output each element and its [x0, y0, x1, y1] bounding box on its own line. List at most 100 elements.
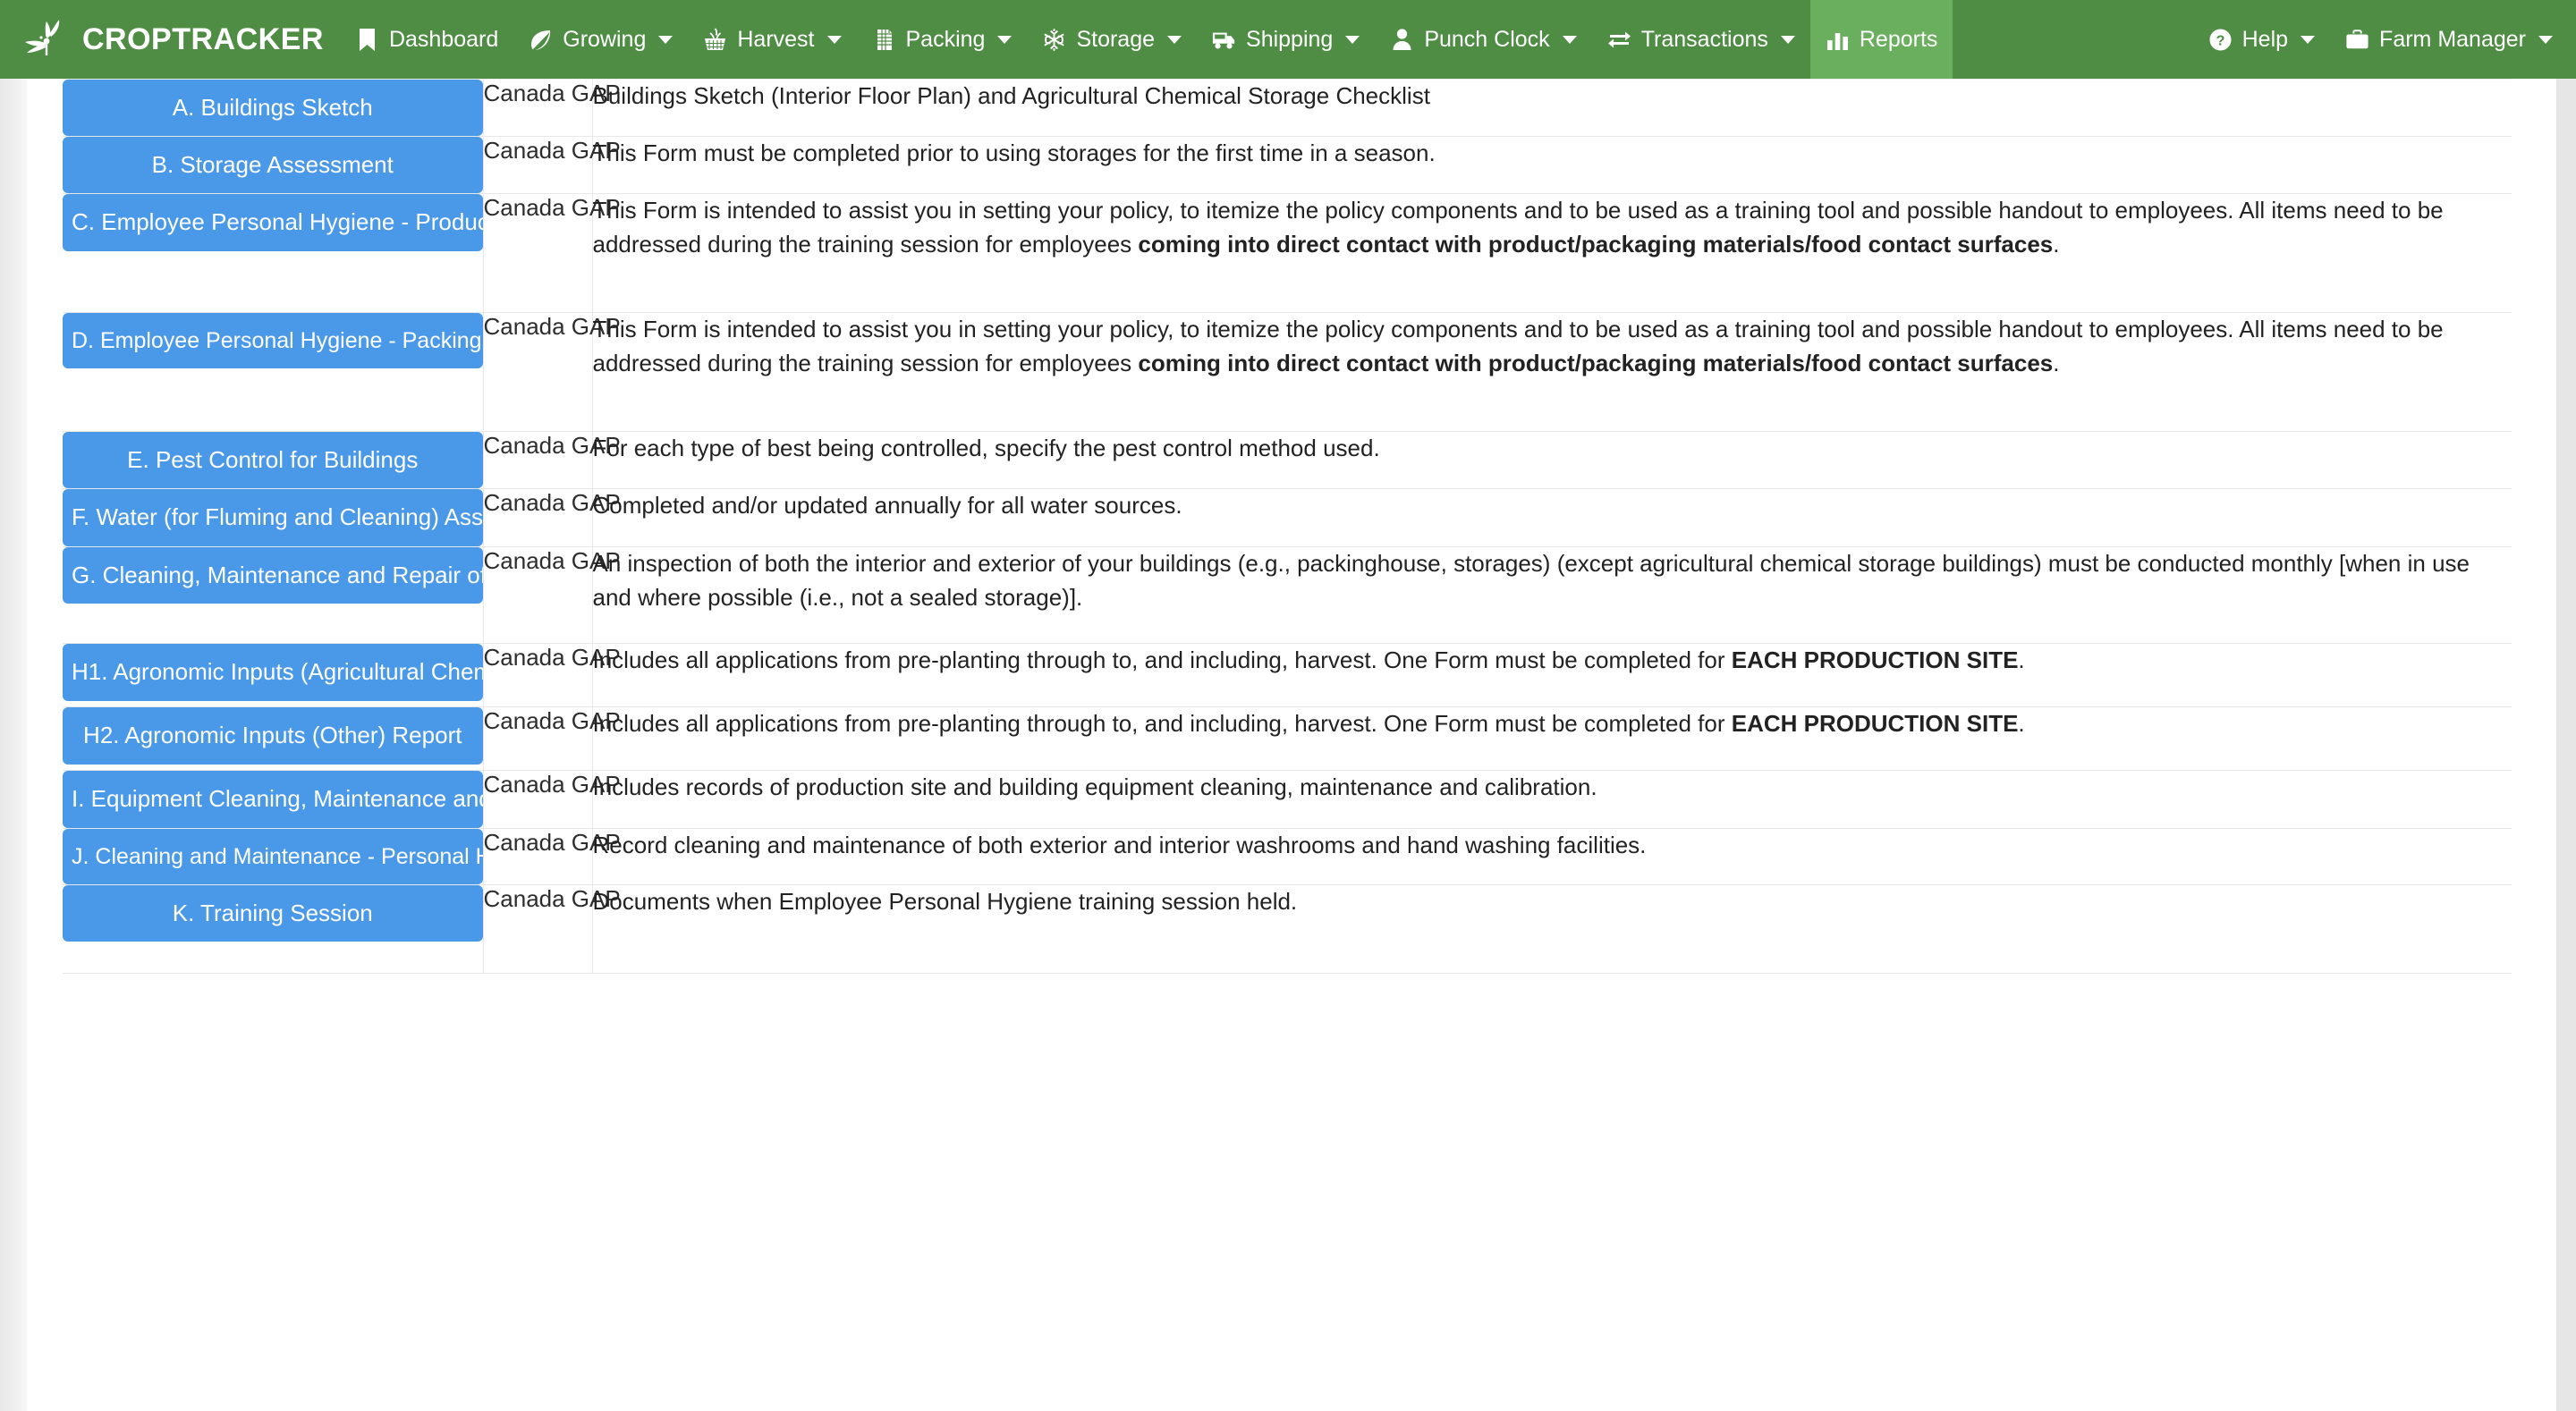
nav-item-label: Transactions: [1640, 26, 1768, 52]
svg-text:?: ?: [2216, 33, 2224, 48]
description-cell: Completed and/or updated annually for al…: [592, 488, 2512, 547]
nav-item-label: Dashboard: [388, 26, 499, 52]
description-emphasis: EACH PRODUCTION SITE: [1731, 710, 2019, 738]
reports-table: A. Buildings Sketch Canada GAP Buildings…: [63, 79, 2512, 974]
nav-item-growing[interactable]: Growing: [513, 0, 688, 79]
nav-item-reports[interactable]: Reports: [1809, 0, 1953, 79]
standard-cell: Canada GAP: [483, 431, 621, 490]
report-button-b-storage-assessment[interactable]: B. Storage Assessment: [63, 137, 483, 194]
report-button-k-training-session[interactable]: K. Training Session: [63, 884, 483, 942]
nav-item-help[interactable]: ? Help: [2193, 0, 2330, 79]
nav-item-farm-manager[interactable]: Farm Manager: [2330, 0, 2576, 79]
leaf-icon: [529, 28, 553, 52]
nav-item-label: Harvest: [737, 26, 815, 52]
report-button-a-buildings-sketch[interactable]: A. Buildings Sketch: [63, 80, 483, 137]
bar-chart-icon: [1826, 28, 1850, 52]
reports-table-body: A. Buildings Sketch Canada GAP Buildings…: [63, 79, 2512, 974]
description-emphasis: coming into direct contact with product/…: [1138, 350, 2054, 377]
nav-item-transactions[interactable]: Transactions: [1592, 0, 1810, 79]
report-button-d-employee-hygiene-packinghouse[interactable]: D. Employee Personal Hygiene - Packingho…: [63, 313, 483, 369]
exchange-icon: [1607, 28, 1631, 52]
page-left-gutter: [0, 79, 27, 1411]
report-button-cell: J. Cleaning and Maintenance - Personal H…: [63, 828, 484, 885]
chevron-down-icon: [2538, 35, 2553, 44]
table-row: B. Storage Assessment Canada GAP This Fo…: [63, 136, 2512, 195]
report-button-h2-agronomic-inputs-other[interactable]: H2. Agronomic Inputs (Other) Report: [63, 707, 483, 765]
report-button-cell: K. Training Session: [63, 884, 484, 974]
chevron-down-icon: [997, 35, 1013, 44]
description-tail: .: [2053, 231, 2060, 258]
standard-cell: Canada GAP: [483, 136, 621, 195]
standard-cell: Canada GAP: [483, 706, 621, 772]
chevron-down-icon: [1345, 35, 1360, 44]
table-row: D. Employee Personal Hygiene - Packingho…: [63, 312, 2512, 433]
standard-cell: Canada GAP: [483, 643, 621, 708]
table-row: I. Equipment Cleaning, Maintenance and C…: [63, 770, 2512, 829]
nav-item-harvest[interactable]: Harvest: [688, 0, 856, 79]
description-emphasis: coming into direct contact with product/…: [1138, 231, 2054, 258]
truck-icon: [1212, 28, 1236, 52]
description-text: Includes records of production site and …: [592, 773, 1597, 801]
description-tail: .: [2053, 350, 2060, 377]
nav-item-label: Shipping: [1246, 26, 1334, 52]
description-cell: This Form must be completed prior to usi…: [592, 136, 2512, 195]
table-row: H1. Agronomic Inputs (Agricultural Chemi…: [63, 643, 2512, 708]
description-cell: Record cleaning and maintenance of both …: [592, 828, 2512, 885]
report-button-cell: E. Pest Control for Buildings: [63, 431, 484, 490]
description-text: This Form must be completed prior to usi…: [592, 139, 1436, 167]
nav-item-storage[interactable]: Storage: [1027, 0, 1197, 79]
chevron-down-icon: [826, 35, 842, 44]
question-circle-icon: ?: [2208, 28, 2233, 52]
table-row: F. Water (for Fluming and Cleaning) Asse…: [63, 488, 2512, 547]
nav-item-label: Farm Manager: [2379, 26, 2526, 52]
report-button-cell: F. Water (for Fluming and Cleaning) Asse…: [63, 488, 484, 547]
standard-cell: Canada GAP: [483, 488, 621, 547]
nav-item-label: Reports: [1859, 26, 1938, 52]
report-button-cell: H2. Agronomic Inputs (Other) Report: [63, 706, 484, 772]
report-button-g-cleaning-maintenance-repair-buildings[interactable]: G. Cleaning, Maintenance and Repair of B…: [63, 546, 483, 604]
nav-item-label: Growing: [563, 26, 647, 52]
description-text: An inspection of both the interior and e…: [592, 549, 2470, 611]
report-button-i-equipment-cleaning-calibration[interactable]: I. Equipment Cleaning, Maintenance and C…: [63, 771, 483, 828]
secondary-nav-group: ? Help Farm Manager: [2193, 0, 2576, 79]
report-button-e-pest-control-buildings[interactable]: E. Pest Control for Buildings: [63, 432, 483, 489]
nav-item-shipping[interactable]: Shipping: [1197, 0, 1375, 79]
person-icon: [1390, 28, 1414, 52]
report-button-cell: A. Buildings Sketch: [63, 79, 484, 138]
table-row: E. Pest Control for Buildings Canada GAP…: [63, 431, 2512, 490]
snowflake-icon: [1042, 28, 1066, 52]
brand-home-link[interactable]: CROPTRACKER: [0, 0, 340, 79]
brand-name: CROPTRACKER: [82, 21, 324, 56]
description-text: Includes all applications from pre-plant…: [592, 710, 1732, 738]
description-cell: Buildings Sketch (Interior Floor Plan) a…: [592, 79, 2512, 138]
description-cell: An inspection of both the interior and e…: [592, 546, 2512, 645]
description-emphasis: EACH PRODUCTION SITE: [1731, 646, 2019, 674]
standard-cell: Canada GAP: [483, 312, 621, 433]
report-button-h1-agronomic-inputs-chemicals[interactable]: H1. Agronomic Inputs (Agricultural Chemi…: [63, 644, 483, 701]
standard-cell: Canada GAP: [483, 193, 621, 314]
nav-item-label: Packing: [905, 26, 986, 52]
report-button-f-water-assessment[interactable]: F. Water (for Fluming and Cleaning) Asse…: [63, 489, 483, 546]
standard-cell: Canada GAP: [483, 546, 621, 645]
primary-nav-group: Dashboard Growing Harvest Packing Storag…: [340, 0, 1953, 79]
nav-item-punch-clock[interactable]: Punch Clock: [1375, 0, 1591, 79]
page-content: A. Buildings Sketch Canada GAP Buildings…: [27, 79, 2556, 1411]
report-button-cell: H1. Agronomic Inputs (Agricultural Chemi…: [63, 643, 484, 708]
description-tail: .: [2018, 646, 2025, 674]
report-button-cell: D. Employee Personal Hygiene - Packingho…: [63, 312, 484, 433]
table-row: C. Employee Personal Hygiene - Productio…: [63, 193, 2512, 314]
description-cell: This Form is intended to assist you in s…: [592, 312, 2512, 433]
chevron-down-icon: [1167, 35, 1182, 44]
nav-item-label: Help: [2241, 26, 2289, 52]
nav-item-dashboard[interactable]: Dashboard: [340, 0, 513, 79]
description-cell: This Form is intended to assist you in s…: [592, 193, 2512, 314]
report-button-cell: B. Storage Assessment: [63, 136, 484, 195]
report-button-j-cleaning-maintenance-hygiene-facilities[interactable]: J. Cleaning and Maintenance - Personal H…: [63, 828, 483, 884]
briefcase-icon: [2345, 28, 2369, 52]
page-body: A. Buildings Sketch Canada GAP Buildings…: [0, 79, 2576, 1411]
report-button-c-employee-hygiene-production-site[interactable]: C. Employee Personal Hygiene - Productio…: [63, 194, 483, 251]
description-text: For each type of best being controlled, …: [592, 435, 1380, 462]
description-cell: For each type of best being controlled, …: [592, 431, 2512, 490]
nav-item-packing[interactable]: Packing: [857, 0, 1028, 79]
